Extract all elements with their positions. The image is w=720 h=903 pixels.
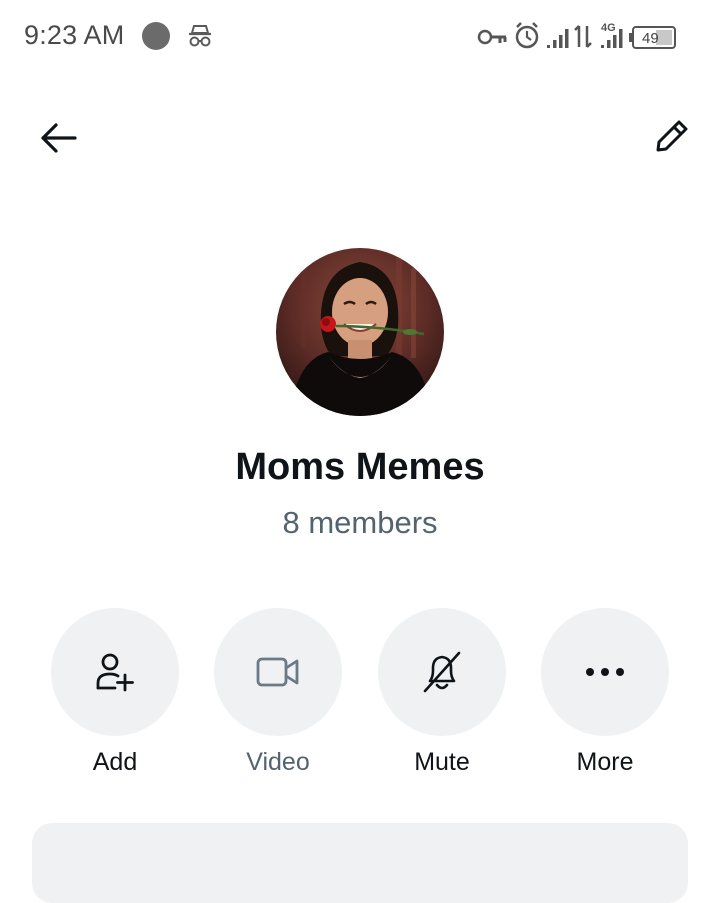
circle-dot-icon bbox=[142, 22, 170, 50]
back-button[interactable] bbox=[32, 112, 84, 164]
video-camera-icon bbox=[256, 657, 299, 687]
video-button-circle[interactable] bbox=[214, 608, 342, 736]
signal-icon bbox=[547, 29, 569, 48]
status-bar: 9:23 AM 4G 49 bbox=[0, 0, 720, 72]
add-button[interactable]: Add bbox=[51, 608, 179, 777]
video-label: Video bbox=[246, 748, 310, 776]
mute-label: Mute bbox=[414, 748, 470, 776]
bell-off-icon bbox=[423, 651, 461, 693]
more-horizontal-icon bbox=[586, 668, 624, 676]
more-button-circle[interactable] bbox=[541, 608, 669, 736]
incognito-icon bbox=[186, 22, 214, 50]
arrow-left-icon bbox=[41, 123, 77, 153]
battery-icon: 49 bbox=[629, 26, 676, 49]
group-avatar[interactable] bbox=[276, 248, 444, 416]
edit-button[interactable] bbox=[646, 110, 698, 162]
vpn-key-icon bbox=[477, 29, 507, 45]
status-time: 9:23 AM bbox=[24, 20, 125, 50]
status-right-icons: 4G 49 bbox=[476, 18, 698, 54]
member-count[interactable]: 8 members bbox=[0, 505, 720, 541]
data-arrows-icon bbox=[574, 25, 592, 48]
alarm-icon bbox=[515, 22, 539, 49]
svg-text:49: 49 bbox=[642, 30, 659, 47]
more-label: More bbox=[576, 748, 634, 776]
video-button[interactable]: Video bbox=[214, 608, 342, 777]
group-name: Moms Memes bbox=[235, 446, 485, 488]
add-person-icon bbox=[96, 653, 134, 692]
more-button[interactable]: More bbox=[541, 608, 669, 777]
add-label: Add bbox=[92, 748, 138, 776]
group-info-card[interactable] bbox=[32, 823, 688, 903]
mute-button-circle[interactable] bbox=[378, 608, 506, 736]
signal-4g-icon: 4G bbox=[601, 22, 623, 48]
pencil-icon bbox=[656, 120, 688, 152]
add-button-circle[interactable] bbox=[51, 608, 179, 736]
svg-text:4G: 4G bbox=[601, 22, 616, 34]
mute-button[interactable]: Mute bbox=[378, 608, 506, 777]
